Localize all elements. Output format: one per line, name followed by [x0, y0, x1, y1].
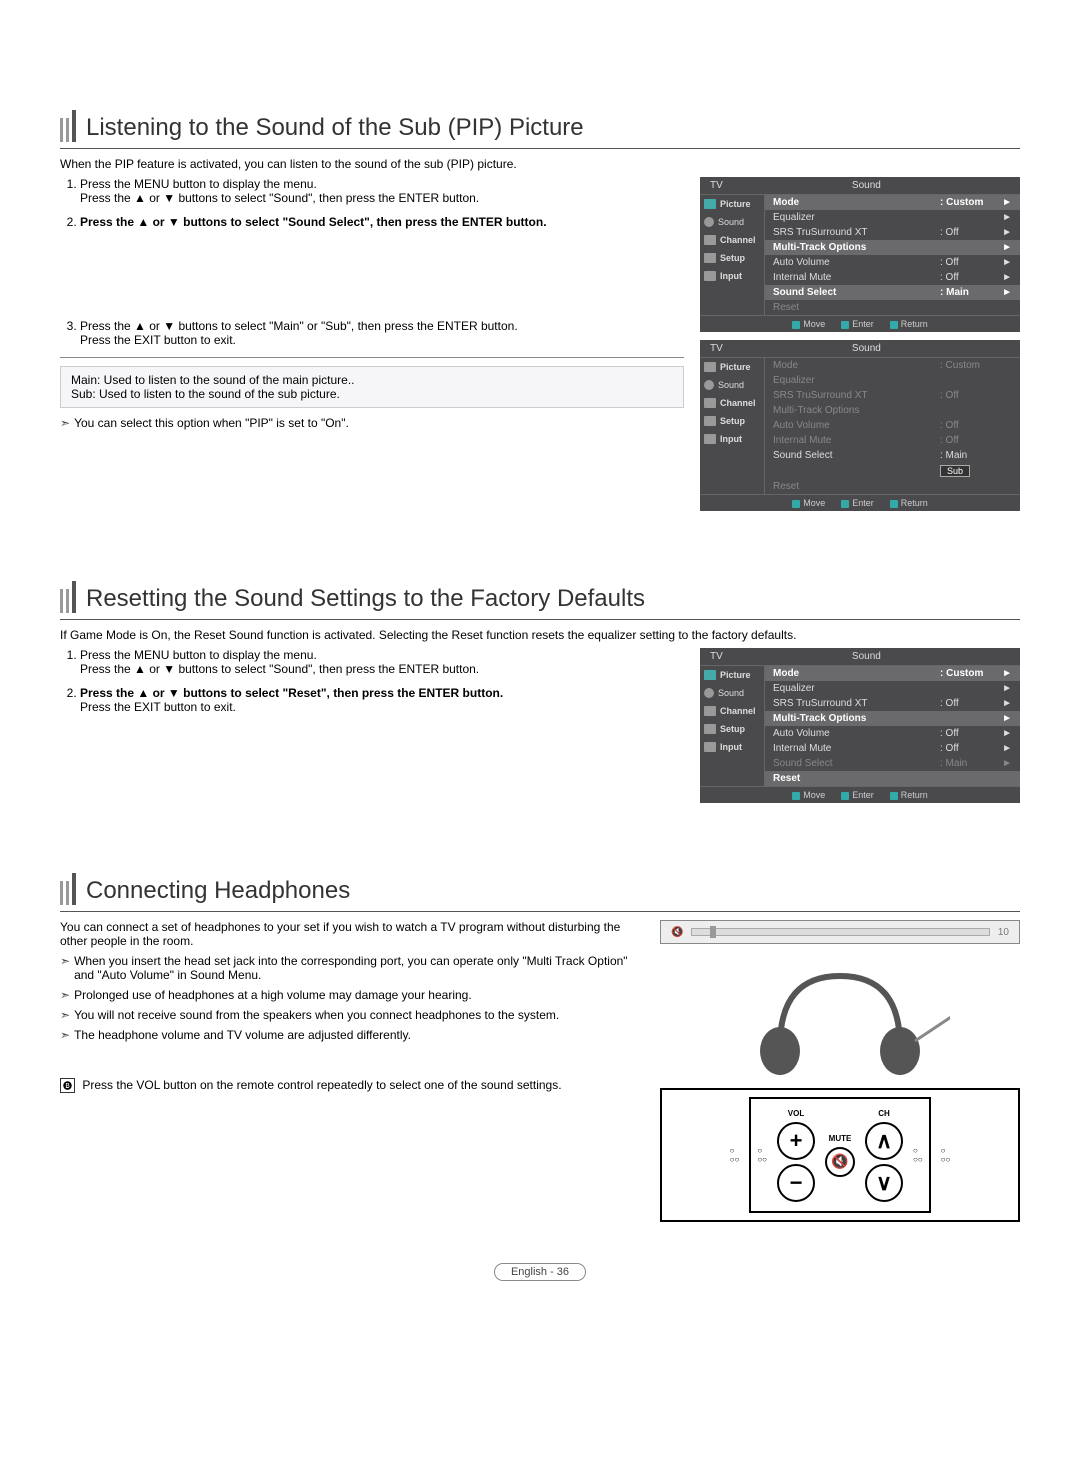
tv-panel-diagram: ○○○ ○○○ VOL + − MUTE 🔇 CH ∧ ∨: [660, 1088, 1020, 1222]
intro-text: You can connect a set of headphones to y…: [60, 920, 644, 948]
osd-return: Return: [890, 319, 928, 329]
sound-icon: [704, 380, 714, 390]
input-icon: [704, 742, 716, 752]
picture-icon: [704, 362, 716, 372]
setup-icon: [704, 724, 716, 734]
channel-icon: [704, 235, 716, 245]
note-text: You will not receive sound from the spea…: [60, 1008, 644, 1022]
vol-down-button[interactable]: −: [777, 1164, 815, 1202]
step-text: Press the EXIT button to exit.: [80, 700, 236, 714]
definition-block: Main: Used to listen to the sound of the…: [60, 366, 684, 408]
remote-icon: 🅑: [60, 1078, 75, 1093]
step-text: Press the MENU button to display the men…: [80, 177, 317, 191]
step-text: Press the EXIT button to exit.: [80, 333, 236, 347]
channel-icon: [704, 398, 716, 408]
osd-move: Move: [792, 319, 825, 329]
reset-steps-list: Press the MENU button to display the men…: [60, 648, 684, 714]
step-text: Press the ▲ or ▼ buttons to select "Soun…: [80, 215, 547, 229]
page-footer: English - 36: [60, 1262, 1020, 1281]
ch-down-button[interactable]: ∨: [865, 1164, 903, 1202]
headphone-volume-slider: 🔇 10: [660, 920, 1020, 944]
header-decor-icon: [60, 873, 76, 905]
def-main: Main: Used to listen to the sound of the…: [71, 373, 673, 387]
section-header-pip: Listening to the Sound of the Sub (PIP) …: [60, 110, 1020, 142]
pip-steps-list: Press the MENU button to display the men…: [60, 177, 684, 229]
section-title: Resetting the Sound Settings to the Fact…: [86, 585, 645, 613]
section-title: Connecting Headphones: [86, 877, 350, 905]
note-text: Prolonged use of headphones at a high vo…: [60, 988, 644, 1002]
section-header-reset: Resetting the Sound Settings to the Fact…: [60, 581, 1020, 613]
note-text: When you insert the head set jack into t…: [60, 954, 644, 982]
slider-value: 10: [998, 927, 1009, 938]
sub-option: Sub: [940, 465, 970, 477]
note-text: The headphone volume and TV volume are a…: [60, 1028, 644, 1042]
osd-title-tv: TV: [710, 180, 723, 191]
mute-label: MUTE: [829, 1134, 852, 1143]
step-text: Press the MENU button to display the men…: [80, 648, 317, 662]
section-title: Listening to the Sound of the Sub (PIP) …: [86, 114, 584, 142]
picture-icon: [704, 670, 716, 680]
osd-enter: Enter: [841, 319, 874, 329]
osd-menu-sub-select: TV Sound Picture Sound Channel Setup Inp…: [700, 340, 1020, 511]
intro-text: If Game Mode is On, the Reset Sound func…: [60, 628, 1020, 642]
step-text: Press the ▲ or ▼ buttons to select "Rese…: [80, 686, 503, 700]
sound-icon: [704, 688, 714, 698]
step-text: Press the ▲ or ▼ buttons to select "Main…: [80, 319, 518, 333]
vol-up-button[interactable]: +: [777, 1122, 815, 1160]
osd-title-sound: Sound: [852, 180, 881, 191]
page-number: English - 36: [494, 1263, 586, 1281]
headphones-diagram-icon: [730, 956, 950, 1076]
speaker-icon: 🔇: [671, 927, 683, 938]
channel-icon: [704, 706, 716, 716]
input-icon: [704, 434, 716, 444]
ch-label: CH: [878, 1109, 890, 1118]
input-icon: [704, 271, 716, 281]
osd-menu-reset: TV Sound Picture Sound Channel Setup Inp…: [700, 648, 1020, 803]
def-sub: Sub: Used to listen to the sound of the …: [71, 387, 673, 401]
note-text: You can select this option when "PIP" is…: [60, 416, 684, 430]
vol-label: VOL: [788, 1109, 804, 1118]
setup-icon: [704, 253, 716, 263]
footnote: 🅑 Press the VOL button on the remote con…: [60, 1078, 644, 1093]
sound-icon: [704, 217, 714, 227]
section-header-headphones: Connecting Headphones: [60, 873, 1020, 905]
ch-up-button[interactable]: ∧: [865, 1122, 903, 1160]
step-text: Press the ▲ or ▼ buttons to select "Soun…: [80, 662, 479, 676]
step-text: Press the ▲ or ▼ buttons to select "Soun…: [80, 191, 479, 205]
picture-icon: [704, 199, 716, 209]
header-decor-icon: [60, 581, 76, 613]
header-decor-icon: [60, 110, 76, 142]
osd-menu-sound-select: TV Sound Picture Sound Channel Setup Inp…: [700, 177, 1020, 332]
mute-button[interactable]: 🔇: [825, 1147, 855, 1177]
intro-text: When the PIP feature is activated, you c…: [60, 157, 1020, 171]
setup-icon: [704, 416, 716, 426]
